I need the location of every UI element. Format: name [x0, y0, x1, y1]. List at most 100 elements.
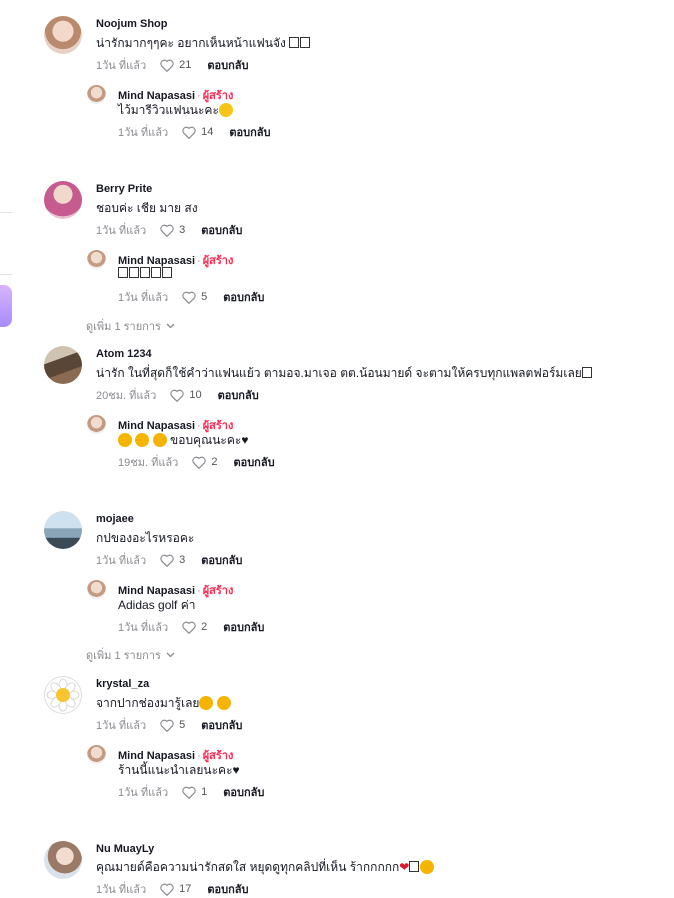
comment-meta: 1วัน ที่แล้ว 3 ตอบกลับ [96, 551, 242, 569]
like-button[interactable]: 14 [182, 126, 213, 139]
side-panel-tab[interactable] [0, 285, 12, 327]
heart-icon [160, 224, 174, 237]
emoji-glyph [140, 267, 150, 278]
reply-button[interactable]: ตอบกลับ [207, 880, 248, 898]
heart-icon [160, 883, 174, 896]
heart-icon [160, 554, 174, 567]
like-button[interactable]: 5 [182, 291, 207, 304]
reply-button[interactable]: ตอบกลับ [201, 551, 242, 569]
reply-text [118, 266, 173, 280]
emoji-glyph [162, 267, 172, 278]
reply-button[interactable]: ตอบกลับ [201, 716, 242, 734]
grinning-squint-emoji-icon [118, 433, 132, 447]
comment-author[interactable]: Atom 1234 [96, 348, 152, 360]
comment-author[interactable]: Noojum Shop [96, 18, 168, 30]
like-count: 21 [179, 59, 192, 71]
reply-button[interactable]: ตอบกลับ [223, 783, 264, 801]
like-count: 1 [201, 786, 208, 798]
like-button[interactable]: 2 [192, 456, 217, 469]
comment-text: จากปากช่องมารู้เลย [96, 694, 231, 713]
heart-icon [160, 59, 174, 72]
reply-time: 1วัน ที่แล้ว [118, 787, 169, 799]
reply-avatar[interactable] [87, 250, 106, 269]
reply-button[interactable]: ตอบกลับ [218, 386, 259, 404]
comment-text: ชอบค่ะ เชีย มาย สง [96, 201, 198, 215]
comment-author[interactable]: Nu MuayLy [96, 843, 154, 855]
avatar[interactable] [44, 181, 82, 219]
grinning-emoji-icon [199, 696, 214, 710]
comment-meta: 1วัน ที่แล้ว 3 ตอบกลับ [96, 221, 242, 239]
comment-text: กปของอะไรหรอคะ [96, 531, 195, 545]
view-more-replies[interactable]: ดูเพิ่ม 1 รายการ [86, 317, 175, 335]
reply-meta: 1วัน ที่แล้ว 2 ตอบกลับ [118, 618, 264, 636]
emoji-glyph [300, 37, 311, 48]
reply-button[interactable]: ตอบกลับ [229, 123, 270, 141]
view-more-replies[interactable]: ดูเพิ่ม 1 รายการ [86, 646, 175, 664]
red-heart-icon: ❤ [399, 860, 410, 874]
heart-icon [170, 389, 185, 402]
comment-meta: 1วัน ที่แล้ว 17 ตอบกลับ [96, 880, 249, 898]
like-button[interactable]: 2 [182, 621, 207, 634]
reply-text: ขอบคุณนะคะ♥ [118, 431, 248, 450]
grinning-squint-emoji-icon [135, 433, 150, 447]
like-button[interactable]: 3 [160, 224, 185, 237]
comment-author[interactable]: krystal_za [96, 678, 149, 690]
reply-avatar[interactable] [87, 745, 106, 764]
heart-icon [182, 291, 196, 304]
comment-time: 1วัน ที่แล้ว [96, 225, 147, 237]
flower-icon [46, 678, 80, 712]
reply-avatar[interactable] [87, 415, 106, 434]
avatar[interactable] [44, 676, 82, 714]
like-button[interactable]: 10 [170, 389, 202, 402]
laughing-emoji-icon [218, 103, 233, 117]
avatar[interactable] [44, 16, 82, 54]
like-count: 5 [201, 291, 208, 303]
reply-time: 1วัน ที่แล้ว [118, 292, 169, 304]
like-button[interactable]: 5 [160, 719, 185, 732]
reply-button[interactable]: ตอบกลับ [223, 288, 264, 306]
emoji-glyph [581, 367, 592, 378]
reply-text: ไว้มารีวิวแฟนนะคะ [118, 101, 233, 120]
reply-meta: 1วัน ที่แล้ว 1 ตอบกลับ [118, 783, 264, 801]
like-count: 3 [179, 554, 186, 566]
kissing-emoji-icon [420, 860, 435, 874]
comment-time: 1วัน ที่แล้ว [96, 60, 147, 72]
like-count: 2 [211, 456, 218, 468]
comment-meta: 1วัน ที่แล้ว 5 ตอบกลับ [96, 716, 242, 734]
heart-icon [182, 621, 196, 634]
reply-button[interactable]: ตอบกลับ [223, 618, 264, 636]
comment-author[interactable]: mojaee [96, 513, 134, 525]
emoji-glyph [129, 267, 139, 278]
avatar[interactable] [44, 841, 82, 879]
comment-author[interactable]: Berry Prite [96, 183, 152, 195]
divider [0, 274, 12, 275]
emoji-glyph [151, 267, 161, 278]
laughing-emoji-icon [216, 696, 231, 710]
like-button[interactable]: 17 [160, 883, 191, 896]
comment-text: คุณมายด์คือความน่ารักสดใส หยุดดูทุกคลิปท… [96, 858, 435, 877]
reply-button[interactable]: ตอบกลับ [201, 221, 242, 239]
like-count: 10 [189, 389, 202, 401]
heart-icon [182, 126, 196, 139]
heart-icon [192, 456, 207, 469]
reply-meta: 1วัน ที่แล้ว 5 ตอบกลับ [118, 288, 264, 306]
comment-time: 1วัน ที่แล้ว [96, 884, 147, 896]
reply-time: 1วัน ที่แล้ว [118, 622, 169, 634]
reply-button[interactable]: ตอบกลับ [233, 453, 274, 471]
like-button[interactable]: 3 [160, 554, 185, 567]
reply-time: 19ชม. ที่แล้ว [118, 457, 179, 469]
reply-meta: 19ชม. ที่แล้ว 2 ตอบกลับ [118, 453, 275, 471]
reply-avatar[interactable] [87, 580, 106, 599]
emoji-glyph [118, 267, 128, 278]
reply-button[interactable]: ตอบกลับ [207, 56, 248, 74]
comment-meta: 20ชม. ที่แล้ว 10 ตอบกลับ [96, 386, 259, 404]
avatar[interactable] [44, 346, 82, 384]
avatar[interactable] [44, 511, 82, 549]
like-count: 5 [179, 719, 186, 731]
like-button[interactable]: 21 [160, 59, 191, 72]
heart-icon [160, 719, 174, 732]
reply-meta: 1วัน ที่แล้ว 14 ตอบกลับ [118, 123, 271, 141]
reply-avatar[interactable] [87, 85, 106, 104]
like-button[interactable]: 1 [182, 786, 207, 799]
grinning-squint-emoji-icon [152, 433, 167, 447]
